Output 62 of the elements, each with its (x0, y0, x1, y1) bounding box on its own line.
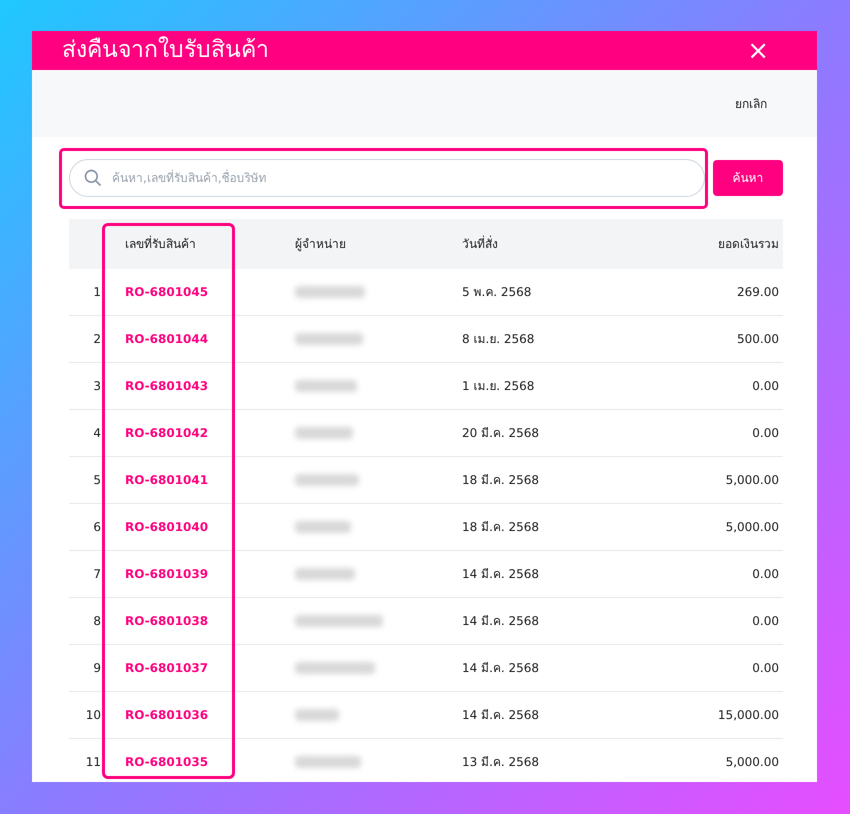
receipt-link[interactable]: RO-6801040 (125, 518, 208, 536)
row-number: 3 (92, 378, 101, 395)
row-number: 5 (92, 472, 101, 489)
total-amount: 0.00 (751, 378, 780, 395)
search-button[interactable]: ค้นหา (713, 160, 783, 196)
receipt-link[interactable]: RO-6801037 (125, 659, 208, 677)
receipt-link[interactable]: RO-6801041 (125, 471, 208, 489)
row-number: 10 (84, 707, 101, 724)
total-amount: 269.00 (736, 284, 780, 301)
redacted-text (295, 474, 359, 486)
receipt-link[interactable]: RO-6801043 (125, 377, 208, 395)
column-header: เลขที่รับสินค้า (125, 235, 197, 253)
total-amount: 0.00 (751, 613, 780, 630)
receipt-link[interactable]: RO-6801035 (125, 753, 208, 771)
row-number: 11 (84, 754, 101, 771)
redacted-text (295, 521, 351, 533)
search-field[interactable]: ค้นหา,เลขที่รับสินค้า,ชื่อบริษัท (69, 159, 705, 197)
order-date: 14 มี.ค. 2568 (462, 707, 540, 724)
column-header: วันที่สั่ง (462, 235, 499, 253)
total-amount: 5,000.00 (724, 519, 780, 536)
row-number: 4 (92, 425, 101, 442)
order-date: 14 มี.ค. 2568 (462, 566, 540, 583)
order-date: 20 มี.ค. 2568 (462, 425, 540, 442)
row-number: 2 (92, 331, 101, 348)
redacted-text (295, 756, 361, 768)
row-number: 7 (92, 566, 101, 583)
receipt-link[interactable]: RO-6801036 (125, 706, 208, 724)
search-icon (83, 168, 103, 188)
redacted-text (295, 568, 355, 580)
order-date: 18 มี.ค. 2568 (462, 472, 540, 489)
total-amount: 0.00 (751, 660, 780, 677)
redacted-text (295, 709, 339, 721)
order-date: 8 เม.ย. 2568 (462, 331, 536, 348)
receipt-link[interactable]: RO-6801038 (125, 612, 208, 630)
redacted-text (295, 286, 365, 298)
order-date: 13 มี.ค. 2568 (462, 754, 540, 771)
close-button[interactable]: × (747, 38, 769, 64)
row-number: 9 (92, 660, 101, 677)
total-amount: 15,000.00 (716, 707, 780, 724)
receipt-link[interactable]: RO-6801045 (125, 283, 208, 301)
redacted-text (295, 427, 353, 439)
total-amount: 500.00 (736, 331, 780, 348)
order-date: 14 มี.ค. 2568 (462, 660, 540, 677)
receipt-link[interactable]: RO-6801044 (125, 330, 208, 348)
order-date: 1 เม.ย. 2568 (462, 378, 536, 395)
redacted-text (295, 380, 357, 392)
row-number: 1 (92, 284, 101, 301)
column-header: ผู้จำหน่าย (295, 236, 347, 253)
order-date: 5 พ.ค. 2568 (462, 284, 532, 301)
total-amount: 0.00 (751, 566, 780, 583)
order-date: 14 มี.ค. 2568 (462, 613, 540, 630)
row-number: 8 (92, 613, 101, 630)
row-number: 6 (92, 519, 101, 536)
total-amount: 0.00 (751, 425, 780, 442)
cancel-button[interactable]: ยกเลิก (735, 94, 767, 112)
total-amount: 5,000.00 (724, 754, 780, 771)
receipt-link[interactable]: RO-6801039 (125, 565, 208, 583)
order-date: 18 มี.ค. 2568 (462, 519, 540, 536)
total-amount: 5,000.00 (724, 472, 780, 489)
redacted-text (295, 333, 363, 345)
column-header: ยอดเงินรวม (717, 236, 780, 253)
receipt-link[interactable]: RO-6801042 (125, 424, 208, 442)
